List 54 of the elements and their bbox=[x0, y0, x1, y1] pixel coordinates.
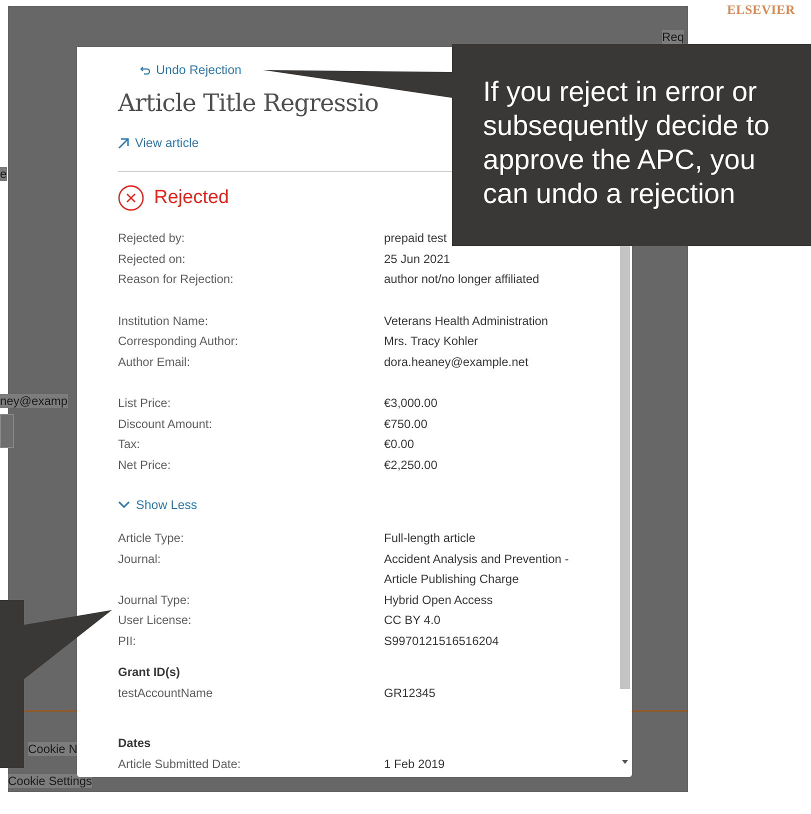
input-field[interactable] bbox=[0, 414, 14, 448]
field-value: Mrs. Tracy Kohler bbox=[384, 333, 480, 350]
field-label: testAccountName bbox=[118, 684, 214, 702]
field-value: S9970121516516204 bbox=[384, 632, 500, 650]
chevron-down-icon bbox=[118, 501, 130, 509]
email-text: ney@examp bbox=[0, 394, 68, 408]
field-value: €0.00 bbox=[384, 436, 416, 453]
status-label: Rejected bbox=[154, 187, 229, 209]
field-label: Author Email: bbox=[118, 354, 192, 370]
field-value: €750.00 bbox=[384, 416, 428, 432]
field-label: Institution Name: bbox=[118, 312, 210, 330]
field-label: User License: bbox=[118, 612, 192, 629]
field-value: Hybrid Open Access bbox=[384, 592, 494, 608]
undo-icon bbox=[140, 66, 150, 74]
undo-rejection-link[interactable]: Undo Rejection bbox=[140, 60, 242, 80]
section-heading: Grant ID(s) bbox=[118, 664, 182, 681]
field-label: Net Price: bbox=[118, 456, 172, 474]
scroll-down-arrow-icon[interactable] bbox=[620, 758, 630, 766]
field-label: Discount Amount: bbox=[118, 416, 214, 432]
page-label-text: e bbox=[0, 167, 7, 181]
field-value: Veterans Health Administration bbox=[384, 312, 550, 330]
field-label: Journal: bbox=[118, 550, 162, 568]
show-less-toggle[interactable]: Show Less bbox=[118, 495, 198, 515]
field-label: Article Type: bbox=[118, 530, 185, 547]
field-value: 25 Jun 2021 bbox=[384, 250, 452, 268]
field-value: €2,250.00 bbox=[384, 456, 438, 474]
view-article-link[interactable]: View article bbox=[118, 133, 199, 153]
field-label: Article Submitted Date: bbox=[118, 756, 242, 772]
field-label: Rejected by: bbox=[118, 230, 186, 247]
field-value: GR12345 bbox=[384, 684, 436, 702]
brand-logo-text: ELSEVIER bbox=[727, 2, 796, 18]
section-heading: Dates bbox=[118, 735, 152, 752]
page-header-text: Req bbox=[662, 30, 684, 44]
field-value: prepaid test bbox=[384, 230, 448, 247]
field-value: €3,000.00 bbox=[384, 395, 438, 412]
footer-link[interactable]: Cookie Settings bbox=[8, 774, 92, 788]
field-label: Tax: bbox=[118, 436, 142, 453]
external-link-arrow-icon bbox=[118, 138, 129, 148]
field-value: author not/no longer affiliated bbox=[384, 271, 540, 288]
field-value: 1 Feb 2019 bbox=[384, 756, 446, 772]
article-title: Article Title Regressio bbox=[118, 90, 378, 116]
field-label: Rejected on: bbox=[118, 250, 186, 268]
field-value: dora.heaney@example.net bbox=[384, 354, 530, 370]
field-label: PII: bbox=[118, 632, 138, 650]
field-label: Corresponding Author: bbox=[118, 333, 240, 350]
field-value: CC BY 4.0 bbox=[384, 612, 442, 629]
callout-text: If you reject in error or subsequently decide to approve the APC, you can undo a rejection bbox=[483, 75, 770, 211]
close-circle-icon bbox=[118, 185, 144, 211]
field-label: Reason for Rejection: bbox=[118, 271, 234, 288]
field-label: Journal Type: bbox=[118, 592, 191, 608]
field-value: Full-length article bbox=[384, 530, 476, 547]
field-value: Accident Analysis and Prevention - Article Publishing Charge bbox=[384, 550, 570, 588]
footer-link[interactable]: Cookie N bbox=[28, 742, 78, 756]
field-label: List Price: bbox=[118, 395, 172, 412]
